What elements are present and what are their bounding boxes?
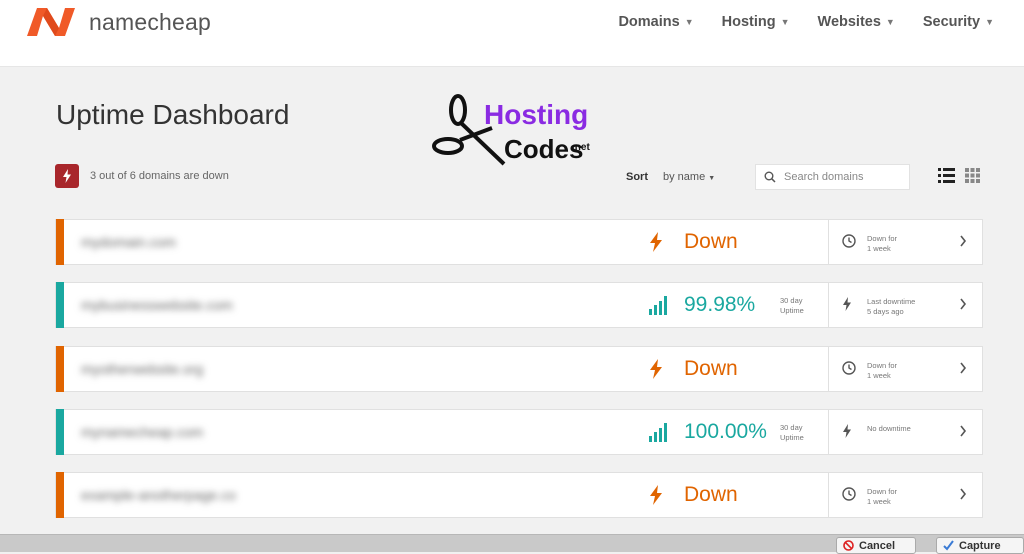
chevron-down-icon: ▼ bbox=[708, 175, 716, 182]
watermark-line1: Hosting bbox=[484, 99, 588, 130]
search-icon bbox=[764, 171, 776, 183]
page-title: Uptime Dashboard bbox=[56, 99, 290, 130]
info-line1: Down for bbox=[867, 361, 898, 370]
uptime-value: 100.00% bbox=[684, 420, 767, 443]
info-line2: 1 week bbox=[867, 371, 891, 380]
list-view-icon[interactable] bbox=[938, 168, 955, 183]
nav-domains[interactable]: Domains ▼ bbox=[618, 14, 693, 30]
signal-bars-icon bbox=[649, 423, 667, 442]
downtime-info: Down for 1 week bbox=[867, 361, 897, 381]
status-value: Down bbox=[684, 357, 738, 380]
lightning-icon bbox=[650, 232, 662, 252]
chevron-right-icon[interactable] bbox=[958, 294, 968, 314]
top-navigation-bar: namecheap Domains ▼ Hosting ▼ Websites ▼ Se… bbox=[0, 0, 1024, 67]
status-bar bbox=[56, 282, 64, 328]
namecheap-logo[interactable]: namecheap bbox=[25, 4, 211, 40]
checkmark-icon bbox=[943, 540, 954, 551]
grid-view-icon[interactable] bbox=[965, 168, 980, 183]
chevron-down-icon: ▼ bbox=[985, 17, 994, 27]
clock-icon bbox=[842, 361, 856, 375]
signal-bars-icon bbox=[649, 296, 667, 315]
clock-icon bbox=[842, 487, 856, 501]
lightning-icon bbox=[843, 424, 851, 438]
capture-button[interactable]: Capture bbox=[936, 537, 1024, 554]
downtime-info: Down for 1 week bbox=[867, 487, 897, 507]
sort-label: Sort bbox=[626, 171, 648, 183]
chevron-right-icon[interactable] bbox=[958, 358, 968, 378]
status-bar bbox=[56, 472, 64, 518]
brand-name: namecheap bbox=[89, 8, 211, 35]
chevron-right-icon[interactable] bbox=[958, 484, 968, 504]
nav-security[interactable]: Security ▼ bbox=[923, 14, 994, 30]
status-bar bbox=[56, 409, 64, 455]
downtime-info: Last downtime 5 days ago bbox=[867, 297, 915, 317]
no-entry-icon bbox=[843, 540, 854, 551]
domain-name: mybusinesswebsite.com bbox=[81, 297, 233, 313]
info-line1: No downtime bbox=[867, 424, 911, 433]
lightning-icon bbox=[650, 359, 662, 379]
status-bar bbox=[56, 219, 64, 265]
chevron-right-icon[interactable] bbox=[958, 421, 968, 441]
hostingcodes-watermark-logo: Hosting Codes .net bbox=[432, 94, 590, 166]
divider bbox=[828, 473, 829, 517]
status-value: Down bbox=[684, 230, 738, 253]
info-line1: Down for bbox=[867, 487, 898, 496]
downtime-info: Down for 1 week bbox=[867, 234, 897, 254]
domain-row[interactable]: example-anotherpage.co Down Down for 1 we… bbox=[55, 472, 983, 518]
downtime-info: No downtime bbox=[867, 424, 911, 434]
divider bbox=[828, 347, 829, 391]
nav-websites[interactable]: Websites ▼ bbox=[818, 14, 895, 30]
status-bar bbox=[56, 346, 64, 392]
nav-hosting-label: Hosting bbox=[721, 14, 776, 30]
alert-badge bbox=[55, 164, 79, 188]
status-summary: 3 out of 6 domains are down bbox=[90, 170, 229, 182]
domain-row[interactable]: mybusinesswebsite.com 99.98% 30 day Upti… bbox=[55, 282, 983, 328]
info-line2: 1 week bbox=[867, 497, 891, 506]
lightning-icon bbox=[843, 297, 851, 311]
domain-row[interactable]: myotherwebsite.org Down Down for 1 week bbox=[55, 346, 983, 392]
lightning-icon bbox=[650, 485, 662, 505]
namecheap-logo-icon bbox=[27, 8, 75, 36]
cancel-button[interactable]: Cancel bbox=[836, 537, 916, 554]
search-box bbox=[755, 164, 910, 190]
domain-row[interactable]: mynamecheap.com 100.00% 30 day Uptime No… bbox=[55, 409, 983, 455]
nav-domains-label: Domains bbox=[618, 14, 680, 30]
domain-name: mydomain.com bbox=[81, 234, 176, 250]
uptime-value: 99.98% bbox=[684, 293, 756, 316]
chevron-down-icon: ▼ bbox=[780, 17, 790, 27]
divider bbox=[828, 283, 829, 327]
nav-hosting[interactable]: Hosting ▼ bbox=[722, 14, 790, 30]
nav-security-label: Security bbox=[922, 14, 981, 30]
chevron-right-icon[interactable] bbox=[958, 231, 968, 251]
domain-name: mynamecheap.com bbox=[81, 424, 204, 440]
info-line2: 1 week bbox=[867, 244, 891, 253]
main-nav: Domains ▼ Hosting ▼ Websites ▼ Security ▼ bbox=[618, 14, 994, 30]
chevron-down-icon: ▼ bbox=[885, 17, 895, 27]
uptime-label: 30 day Uptime bbox=[780, 423, 804, 442]
capture-label: Capture bbox=[959, 540, 1001, 552]
clock-icon bbox=[842, 234, 856, 248]
domain-name: myotherwebsite.org bbox=[81, 361, 204, 377]
info-line1: Last downtime bbox=[867, 297, 916, 306]
domain-name: example-anotherpage.co bbox=[81, 487, 236, 503]
uptime-label: 30 day Uptime bbox=[780, 296, 804, 315]
info-line1: Down for bbox=[867, 234, 898, 243]
search-input[interactable] bbox=[782, 170, 906, 184]
cancel-label: Cancel bbox=[859, 540, 896, 552]
chevron-down-icon: ▼ bbox=[684, 17, 694, 27]
sort-dropdown[interactable]: by name ▼ bbox=[663, 171, 715, 183]
nav-websites-label: Websites bbox=[817, 14, 881, 30]
sort-value: by name bbox=[663, 171, 706, 183]
status-value: Down bbox=[684, 483, 738, 506]
domain-row[interactable]: mydomain.com Down Down for 1 week bbox=[55, 219, 983, 265]
lightning-icon bbox=[63, 169, 71, 183]
watermark-suffix: .net bbox=[572, 142, 590, 153]
divider bbox=[828, 410, 829, 454]
info-line2: 5 days ago bbox=[867, 307, 904, 316]
divider bbox=[828, 220, 829, 264]
